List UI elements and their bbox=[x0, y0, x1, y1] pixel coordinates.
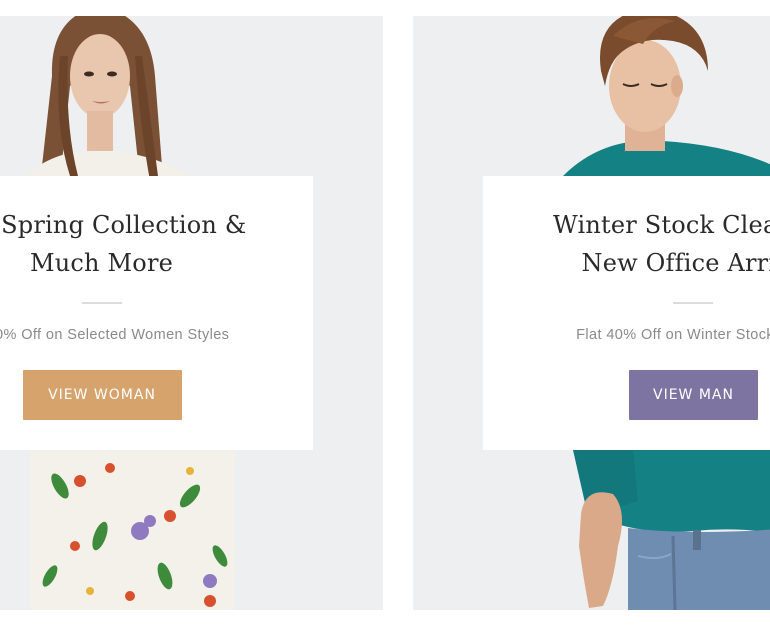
promo-banners-section: est Spring Collection & Much More o 30% … bbox=[0, 0, 770, 625]
women-promo-subtitle: o 30% Off on Selected Women Styles bbox=[0, 327, 230, 343]
men-promo-card: Winter Stock Clearanc New Office Arriva … bbox=[483, 176, 770, 450]
men-promo-headline: Winter Stock Clearanc New Office Arriva bbox=[483, 206, 770, 282]
women-promo-banner[interactable]: est Spring Collection & Much More o 30% … bbox=[0, 16, 383, 610]
women-headline-line-2: Much More bbox=[29, 249, 174, 277]
view-woman-button[interactable]: VIEW WOMAN bbox=[22, 370, 182, 420]
men-headline-line-2: New Office Arriva bbox=[581, 249, 770, 277]
men-headline-line-1: Winter Stock Clearanc bbox=[553, 211, 770, 239]
women-promo-card: est Spring Collection & Much More o 30% … bbox=[0, 176, 313, 450]
view-man-button[interactable]: VIEW MAN bbox=[629, 370, 758, 420]
women-headline-line-1: est Spring Collection & bbox=[0, 211, 247, 239]
women-promo-divider bbox=[81, 302, 122, 304]
men-promo-banner[interactable]: Winter Stock Clearanc New Office Arriva … bbox=[413, 16, 770, 610]
men-promo-subtitle: Flat 40% Off on Winter Stock Clea bbox=[576, 327, 770, 343]
women-promo-headline: est Spring Collection & Much More bbox=[0, 206, 313, 282]
men-promo-divider bbox=[673, 302, 713, 304]
